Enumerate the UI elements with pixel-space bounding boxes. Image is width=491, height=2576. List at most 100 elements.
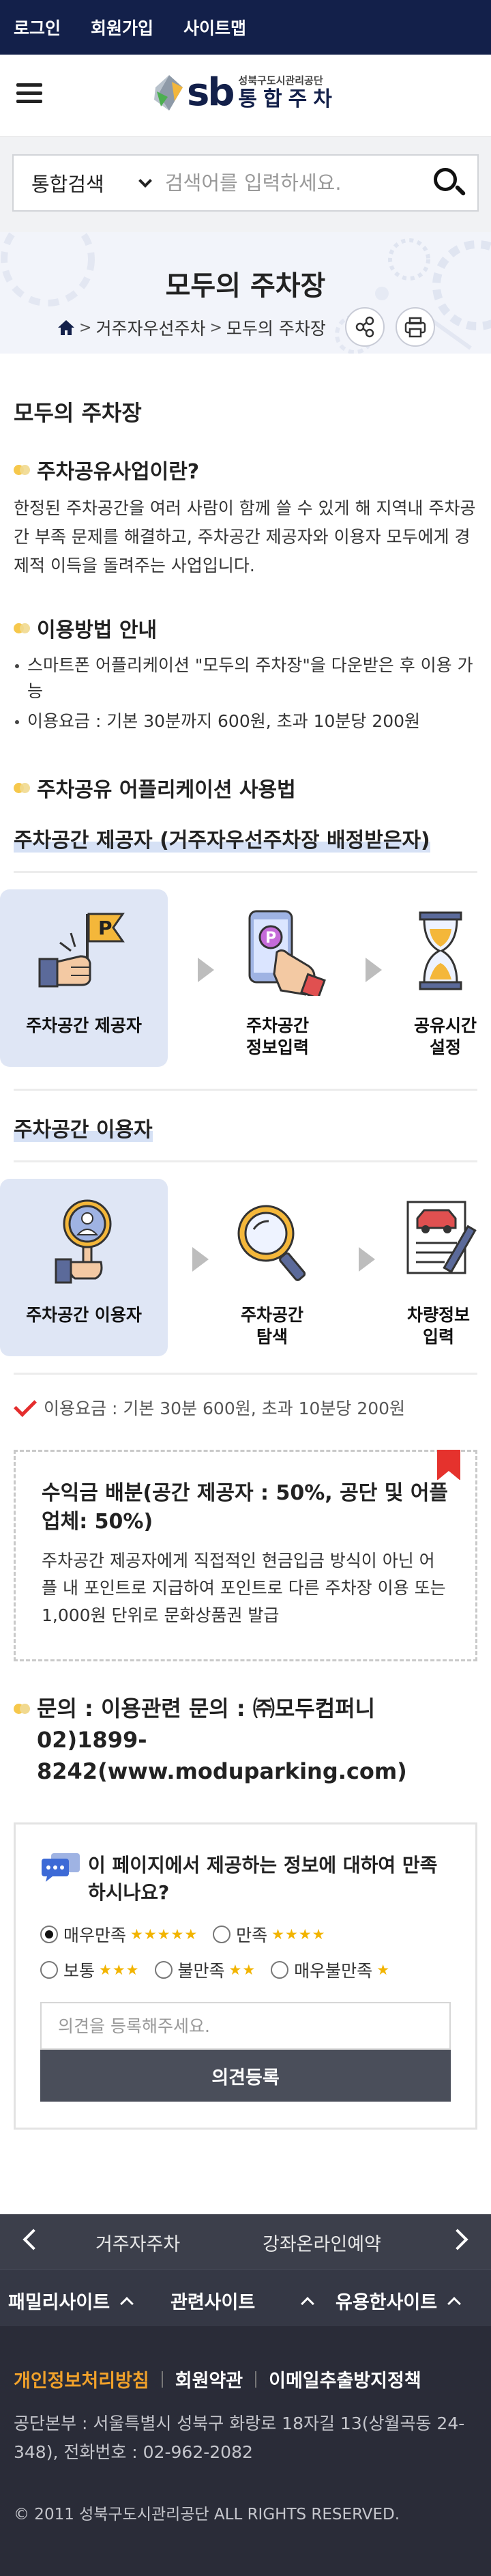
footer-copyright: © 2011 성북구도시관리공단 ALL RIGHTS RESERVED. xyxy=(14,2506,400,2523)
rating-options: 매우만족 ★★★★★ 만족 ★★★★ 보통 ★★★ 불만족 ★★ 매우불만족 ★ xyxy=(40,1919,451,1986)
family-sites-label: 패밀리사이트 xyxy=(8,2292,110,2313)
step-provider: P 주차공간 제공자 xyxy=(0,889,168,1067)
step-label: 차량정보 입력 xyxy=(406,1305,470,1347)
section-title-text: 주차공유 어플리케이션 사용법 xyxy=(37,778,296,802)
search-category-select[interactable]: 통합검색 xyxy=(14,156,165,210)
list-item: 스마트폰 어플리케이션 "모두의 주차장"을 다운받은 후 이용 가능 xyxy=(14,653,477,704)
rating-very-satisfied[interactable]: 매우만족 ★★★★★ xyxy=(40,1922,198,1947)
site-logo[interactable]: sb 성북구도시관리공단 통합주차 xyxy=(151,74,338,112)
divider xyxy=(161,2371,163,2388)
step-user: 주차공간 이용자 xyxy=(0,1179,168,1356)
related-sites-toggle[interactable]: 관련사이트 xyxy=(170,2287,315,2314)
useful-sites-label: 유용한사이트 xyxy=(336,2292,438,2313)
login-link[interactable]: 로그인 xyxy=(14,15,61,40)
step-label: 공유시간 설정 xyxy=(413,1016,477,1057)
sitemap-link[interactable]: 사이트맵 xyxy=(183,15,246,40)
privacy-policy-link[interactable]: 개인정보처리방침 xyxy=(14,2366,149,2392)
useful-sites-toggle[interactable]: 유용한사이트 xyxy=(336,2287,461,2314)
radio-icon[interactable] xyxy=(40,1961,58,1979)
logo-mark-icon xyxy=(151,74,185,112)
footer-nav-resident-parking[interactable]: 거주자주차 xyxy=(95,2229,180,2256)
contact-text: 문의 : 이용관련 문의 : ㈜모두컴퍼니 02)1899-8242(www.m… xyxy=(37,1695,407,1784)
page: 로그인 회원가입 사이트맵 sb 성북구도시관리공단 통합주차 통합검색 검색어… xyxy=(0,0,491,2576)
share-icon xyxy=(355,316,374,338)
chevron-left-icon[interactable] xyxy=(23,2229,44,2250)
provider-steps: P 주차공간 제공자 P 주차공간 정보입력 공유시간 설정 xyxy=(0,889,477,1067)
rating-satisfied[interactable]: 만족 ★★★★ xyxy=(213,1922,325,1947)
usage-list: 스마트폰 어플리케이션 "모두의 주차장"을 다운받은 후 이용 가능 이용요금… xyxy=(14,653,477,734)
fee-note-text: 이용요금 : 기본 30분 600원, 초과 10분당 200원 xyxy=(44,1399,406,1418)
top-bar: 로그인 회원가입 사이트맵 xyxy=(0,0,491,55)
rating-dissatisfied[interactable]: 불만족 ★★ xyxy=(154,1958,256,1982)
step-vehicle-info: 차량정보 입력 xyxy=(355,1179,491,1356)
radio-checked-icon[interactable] xyxy=(40,1926,58,1943)
rating-very-dissatisfied[interactable]: 매우불만족 ★ xyxy=(271,1958,390,1982)
radio-icon[interactable] xyxy=(154,1961,173,1979)
step-label: 주차공간 탐색 xyxy=(240,1305,303,1347)
satisfaction-survey: 이 페이지에서 제공하는 정보에 대하여 만족하시나요? 매우만족 ★★★★★ … xyxy=(14,1822,477,2130)
search-area: 통합검색 xyxy=(0,137,491,232)
print-button[interactable] xyxy=(396,307,435,347)
star-rating-icon: ★★★★ xyxy=(271,1926,326,1943)
bullet-dots-icon xyxy=(14,1704,34,1716)
footer: 거주자주차 강좌온라인예약 패밀리사이트 관련사이트 유용한사이트 개인정보처리… xyxy=(0,2214,491,2576)
breadcrumb-separator: > xyxy=(209,319,222,337)
bullet-dots-icon xyxy=(14,782,34,794)
star-rating-icon: ★★★ xyxy=(99,1962,140,1978)
breadcrumb-item-resident-parking[interactable]: 거주자우선주차 xyxy=(95,315,205,340)
rating-label: 매우불만족 xyxy=(294,1961,373,1981)
step-search-space: 주차공간 탐색 xyxy=(188,1179,356,1356)
email-policy-link[interactable]: 이메일추출방지정책 xyxy=(269,2366,421,2392)
bullet-dots-icon xyxy=(14,622,34,634)
submit-opinion-button[interactable]: 의견등록 xyxy=(40,2050,451,2102)
chevron-right-icon[interactable] xyxy=(447,2229,468,2250)
footer-nav-course-booking[interactable]: 강좌온라인예약 xyxy=(263,2229,381,2256)
terms-link[interactable]: 회원약관 xyxy=(175,2366,243,2392)
breadcrumb-separator: > xyxy=(79,319,92,337)
svg-text:P: P xyxy=(265,930,276,947)
magnifier-icon xyxy=(237,1205,306,1281)
home-icon[interactable] xyxy=(57,319,75,336)
divider xyxy=(255,2371,257,2388)
logo-sb: sb xyxy=(187,70,235,115)
provider-title-wrap: 주차공간 제공자 (거주자우선주차장 배정받은자) xyxy=(14,823,477,853)
footer-site-links: 패밀리사이트 관련사이트 유용한사이트 xyxy=(0,2269,491,2326)
section-title-text: 주차공유사업이란? xyxy=(37,460,200,484)
bullet-dots-icon xyxy=(14,463,34,476)
main-content: 모두의 주차장 주차공유사업이란? 한정된 주차공간을 여러 사람이 함께 쓸 … xyxy=(0,396,491,2130)
revenue-title: 수익금 배분(공간 제공자 : 50%, 공단 및 어플 업체: 50%) xyxy=(42,1481,449,1534)
section-title-app: 주차공유 어플리케이션 사용법 xyxy=(14,773,477,803)
search-icon[interactable] xyxy=(424,156,477,210)
step-info-input: P 주차공간 정보입력 xyxy=(194,889,361,1067)
rating-label: 매우만족 xyxy=(63,1926,127,1945)
sharing-description: 한정된 주차공간을 여러 사람이 함께 쓸 수 있게 해 지역내 주차공간 부족… xyxy=(14,498,476,575)
rating-label: 보통 xyxy=(63,1961,95,1981)
search-input[interactable] xyxy=(165,156,424,210)
chevron-down-icon xyxy=(138,174,152,188)
logo-org-name: 성북구도시관리공단 xyxy=(238,74,323,87)
step-label: 주차공간 정보입력 xyxy=(246,1016,309,1057)
opinion-input[interactable] xyxy=(40,2002,451,2050)
rating-neutral[interactable]: 보통 ★★★ xyxy=(40,1958,140,1982)
family-sites-toggle[interactable]: 패밀리사이트 xyxy=(8,2287,134,2314)
search-category-value: 통합검색 xyxy=(31,173,104,196)
chevron-up-icon xyxy=(120,2296,134,2310)
content-heading: 모두의 주차장 xyxy=(14,400,142,426)
rating-label: 만족 xyxy=(236,1926,268,1945)
list-item: 이용요금 : 기본 30분까지 600원, 초과 10분당 200원 xyxy=(14,709,477,734)
title-band: 모두의 주차장 > 거주자우선주차 > 모두의 주차장 xyxy=(0,232,491,354)
radio-icon[interactable] xyxy=(213,1926,231,1943)
checkmark-icon xyxy=(14,1394,37,1417)
share-button[interactable] xyxy=(345,307,385,347)
star-rating-icon: ★ xyxy=(376,1962,391,1978)
chevron-up-icon xyxy=(301,2296,315,2310)
phone-tap-icon: P xyxy=(248,910,326,996)
step-share-time: 공유시간 설정 xyxy=(361,889,491,1067)
radio-icon[interactable] xyxy=(271,1961,289,1979)
hamburger-menu-icon[interactable] xyxy=(16,83,42,104)
divider xyxy=(14,1160,477,1162)
signup-link[interactable]: 회원가입 xyxy=(91,15,153,40)
svg-text:P: P xyxy=(98,917,113,939)
section-title-sharing: 주차공유사업이란? xyxy=(14,455,477,485)
printer-icon xyxy=(404,317,426,338)
